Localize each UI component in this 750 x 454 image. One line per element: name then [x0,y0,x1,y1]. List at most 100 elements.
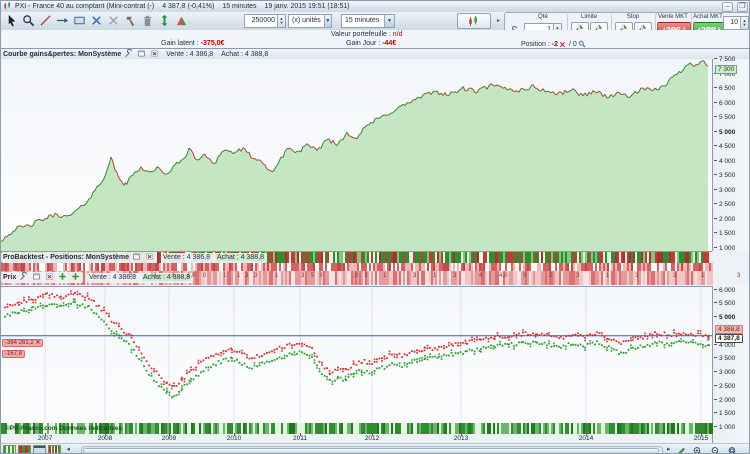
quantity-value[interactable]: 250000 [245,15,277,27]
year-label: 2012 [364,435,380,442]
timeframe-select[interactable]: 15 minutes ▼ [341,14,395,28]
instrument-icon [3,1,12,10]
y-tick-label: 1 000 [714,245,735,252]
statistics-icon[interactable] [18,445,31,453]
collapse-trade-panel-icon[interactable]: ▸ [497,17,500,24]
trade-qty-marks: 3 3 3 1,0 0 1 1 3 3 1 3 5 3,0 3 1 3 1 3 4 4,0 9 2 3 1 3 3 1 3 [1,271,749,285]
trade-qty-mark: 3 [364,273,368,279]
zoom-in-icon[interactable] [692,444,705,454]
trade-qty-mark: ,0 [353,273,359,279]
horizontal-scrollbar[interactable] [81,446,663,453]
positions-bid: Vente : 4 386,8 [162,254,210,261]
equity-detach-window-icon[interactable] [137,49,146,58]
price-chart[interactable] [1,286,712,424]
positions-panel-header: ProBacktest - Positions: MonSystème Vent… [1,252,268,263]
bottom-toolbar: ◂ ▸ [1,443,749,454]
positions-close-icon[interactable] [145,252,154,261]
trash-icon[interactable] [140,13,155,28]
pan-right-icon[interactable]: ▸ [667,446,671,453]
y-tick-label: 3 000 [714,369,735,376]
backtest-icon[interactable] [48,445,61,453]
trade-qty-mark: 3 [129,273,133,279]
quantity-spinner[interactable]: 250000 ▲ ▼ [244,14,286,28]
trade-qty-mark: 3 [319,273,323,279]
zoom-icon[interactable] [21,13,36,28]
trendline-icon[interactable] [38,13,53,28]
year-label: 2011 [293,435,307,442]
year-label: 2010 [226,435,242,442]
position-detail-magnifier-icon[interactable] [578,40,586,48]
trade-qty-mark: 1 [606,273,610,279]
quantity-spin-arrows[interactable]: ▲ ▼ [277,15,285,27]
price-last-label: 4 387,8 [715,333,743,343]
year-label: 2014 [578,435,594,442]
y-tick-label: 4 500 [714,143,735,150]
trade-qty-mark: 3 [171,273,175,279]
window-price: 4 387,8 (-0,41%) [162,3,215,10]
select-cursor-icon[interactable] [4,13,19,28]
scrollbar-thumb[interactable] [83,448,659,453]
s-points-spinner[interactable]: 10 ▲ ▼ [723,16,749,30]
chart-style-button[interactable] [457,13,491,29]
alert-flag-icon[interactable] [174,13,189,28]
y-tick-label: 6 500 [714,85,735,92]
equity-close-icon[interactable] [150,49,159,58]
equity-current-value-label: 7 300 [715,65,738,74]
positions-ask: Achat : 4 388,8 [215,254,266,261]
trade-qty-mark: 3 [673,273,677,279]
positions-panel-title: ProBacktest - Positions: MonSystème [3,254,130,261]
y-tick-label: 4 000 [714,158,735,165]
equity-chart[interactable] [1,59,712,252]
fit-vertical-icon[interactable] [157,13,172,28]
note-icon[interactable] [72,13,87,28]
y-tick-label: 1 500 [714,230,735,237]
maximize-button[interactable]: ❐ [737,2,748,12]
position-info: Position : -2 / 0 [521,40,587,48]
trade-qty-mark: 1 [275,273,279,279]
drawing-toolbar [3,12,190,29]
report-icon[interactable] [3,445,16,453]
buy-mkt-label: Achat MKT [693,14,723,20]
equity-panel-title: Courbe gains&pertes: MonSystème [3,51,122,58]
zoom-out-icon[interactable] [710,444,723,454]
trading-window: PXI - France 40 au comptant (Mini-contra… [0,0,750,454]
trade-qty-mark: 3 [245,273,249,279]
window-timeframe: 15 minutes [222,3,257,10]
trade-qty-mark: 4 [479,273,483,279]
portfolio-value: Valeur portefeuille : n/d [331,31,403,38]
snapshot-icon[interactable] [33,445,46,453]
y-tick-label: 3 000 [714,187,735,194]
window-datetime: 19 janv. 2015 19:51 (18:51) [264,3,350,10]
positions-detach-window-icon[interactable] [132,252,141,261]
time-axis: 2007 2008 2009 2010 2011 2012 2013 2014 2015 [1,433,712,443]
stop-label: Stop [626,14,640,20]
minimize-button[interactable]: – [722,2,734,12]
achat-dots [4,298,710,399]
y-tick-label: 1 500 [714,410,735,417]
trade-qty-mark: 1 [223,273,227,279]
draw-pencil-icon[interactable] [675,444,688,454]
trade-qty-mark: 1,0 [187,273,196,279]
trade-qty-mark: 2 [549,273,553,279]
horizontal-line-icon[interactable] [55,13,70,28]
year-label: 2013 [453,435,469,442]
zoom-box-icon[interactable] [727,444,740,454]
timeframe-select-arrow-icon[interactable]: ▼ [384,15,394,27]
scroll-left-icon[interactable]: ◂ [66,446,70,453]
unit-select-arrow-icon[interactable]: ▼ [323,15,331,27]
y-tick-label: 5 000 [714,129,735,136]
trade-qty-mark: 1 [383,273,387,279]
tools-icon[interactable] [123,13,138,28]
delete-drawing-icon[interactable] [89,13,104,28]
close-loss-x-icon[interactable]: ✕ [35,340,40,346]
loss-per-unit-label: -167,8 [2,342,26,360]
close-position-icon[interactable] [559,41,566,48]
equity-settings-wrench-icon[interactable] [124,49,133,58]
unit-select[interactable]: (x) unités ▼ [288,14,332,28]
trade-qty-mark: 9 [523,273,527,279]
sell-mkt-label: Vente MKT [658,14,688,20]
delete-all-icon[interactable] [106,13,121,28]
year-label: 2007 [37,435,53,442]
qty-label: Qté [538,14,548,20]
vente-dots [4,290,710,390]
